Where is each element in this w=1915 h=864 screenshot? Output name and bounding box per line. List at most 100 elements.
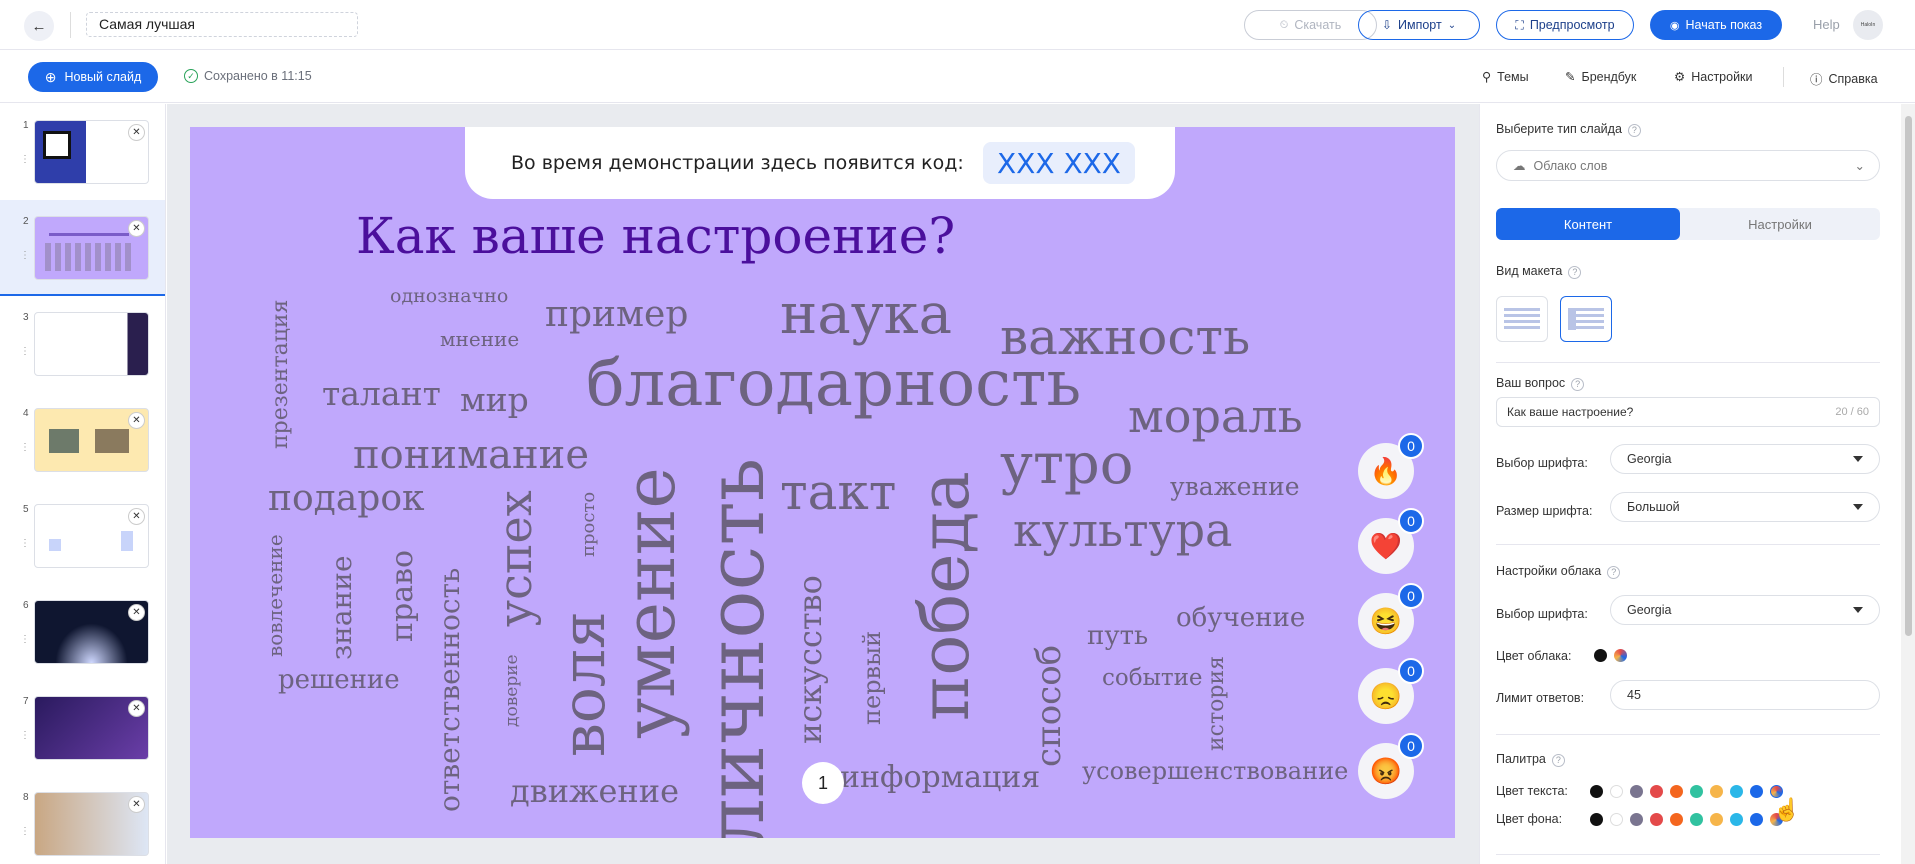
plus-icon: ⊕	[44, 68, 57, 85]
color-swatch-black[interactable]	[1594, 649, 1607, 662]
preview-button[interactable]: ⛶ Предпросмотр	[1496, 10, 1634, 40]
cloud-word: понимание	[353, 432, 590, 478]
help-icon[interactable]: ?	[1568, 266, 1582, 279]
thumbnail-slide-7[interactable]: 7 ⋮ ✕	[0, 680, 165, 776]
download-label: Скачать	[1294, 18, 1342, 32]
close-icon[interactable]: ✕	[128, 220, 145, 237]
help-icon[interactable]: ?	[1627, 124, 1641, 137]
color-swatch[interactable]	[1630, 813, 1643, 826]
slide-question[interactable]: Как ваше настроение?	[356, 207, 955, 265]
drag-handle-icon[interactable]: ⋮	[20, 346, 30, 357]
font-select[interactable]: Georgia	[1610, 444, 1880, 474]
close-icon[interactable]: ✕	[128, 604, 145, 621]
cloud-word: доверие	[502, 654, 522, 727]
cloud-word: просто	[578, 491, 599, 557]
slide-canvas[interactable]: Во время демонстрации здесь появится код…	[190, 127, 1455, 838]
settings-label: Настройки	[1691, 69, 1753, 84]
color-swatch[interactable]	[1590, 813, 1603, 826]
close-icon[interactable]: ✕	[128, 796, 145, 813]
color-swatch[interactable]	[1590, 785, 1603, 798]
limit-input[interactable]: 45	[1610, 680, 1880, 710]
thumbnail-number: 3	[23, 312, 29, 323]
close-icon[interactable]: ✕	[128, 412, 145, 429]
color-swatch[interactable]	[1750, 785, 1763, 798]
color-swatch[interactable]	[1710, 813, 1723, 826]
avatar[interactable]: HaloIn	[1853, 10, 1883, 40]
help-icon[interactable]: ?	[1607, 566, 1621, 579]
color-swatch[interactable]	[1670, 813, 1683, 826]
cloud-word: благодарность	[586, 347, 1082, 421]
color-swatch[interactable]	[1690, 813, 1703, 826]
thumbnail-slide-5[interactable]: 5 ⋮ ✕	[0, 488, 165, 584]
size-select[interactable]: Большой	[1610, 492, 1880, 522]
color-swatch[interactable]	[1730, 785, 1743, 798]
help-link[interactable]: Help	[1813, 17, 1840, 32]
layout-option-list[interactable]	[1496, 296, 1548, 342]
reaction-sad[interactable]: 😞 0	[1358, 658, 1424, 724]
drag-handle-icon[interactable]: ⋮	[20, 826, 30, 837]
color-swatch[interactable]	[1670, 785, 1683, 798]
divider	[70, 12, 71, 38]
color-swatch[interactable]	[1750, 813, 1763, 826]
color-swatch[interactable]	[1650, 785, 1663, 798]
close-icon[interactable]: ✕	[128, 700, 145, 717]
settings-link[interactable]: ⚙ Настройки	[1674, 69, 1753, 85]
top-bar: ← Самая лучшая ⏲ Скачать ⇩ Импорт ⌄ ⛶ Пр…	[0, 0, 1915, 50]
thumbnail-slide-4[interactable]: 4 ⋮ ✕	[0, 392, 165, 488]
save-status-text: Сохранено в 11:15	[204, 69, 312, 83]
close-icon[interactable]: ✕	[128, 508, 145, 525]
cloud-word: вовлечение	[263, 534, 287, 657]
new-slide-label: Новый слайд	[64, 70, 142, 84]
caret-down-icon	[1853, 607, 1863, 613]
scrollbar-thumb[interactable]	[1905, 116, 1912, 636]
color-picker-icon[interactable]	[1614, 649, 1627, 662]
reaction-laugh[interactable]: 😆 0	[1358, 583, 1424, 649]
help-icon[interactable]: ?	[1571, 378, 1585, 391]
color-swatch[interactable]	[1610, 785, 1623, 798]
tab-settings[interactable]: Настройки	[1680, 208, 1880, 240]
drag-handle-icon[interactable]: ⋮	[20, 730, 30, 741]
drag-handle-icon[interactable]: ⋮	[20, 250, 30, 261]
list-layout-icon	[1504, 308, 1540, 330]
color-swatch[interactable]	[1650, 813, 1663, 826]
drag-handle-icon[interactable]: ⋮	[20, 538, 30, 549]
tab-content[interactable]: Контент	[1496, 208, 1680, 240]
layout-option-cloud[interactable]	[1560, 296, 1612, 342]
question-input[interactable]: Как ваше настроение? 20 / 60	[1496, 397, 1880, 427]
cloud-word: первый	[858, 630, 886, 725]
reaction-heart[interactable]: ❤️ 0	[1358, 508, 1424, 574]
color-swatch[interactable]	[1630, 785, 1643, 798]
thumbnail-slide-8[interactable]: 8 ⋮ ✕	[0, 776, 165, 864]
help-center-link[interactable]: ⓘ Справка	[1810, 69, 1878, 88]
thumbnail-slide-2[interactable]: 2 ⋮ ✕	[0, 200, 165, 296]
reaction-fire[interactable]: 🔥 0	[1358, 433, 1424, 499]
text-color-palette	[1590, 785, 1783, 798]
thumbnail-slide-1[interactable]: 1 ⋮ ✕	[0, 104, 165, 200]
color-swatch[interactable]	[1710, 785, 1723, 798]
back-button[interactable]: ←	[24, 11, 54, 41]
brandbook-link[interactable]: ✎ Брендбук	[1565, 69, 1636, 85]
close-icon[interactable]: ✕	[128, 124, 145, 141]
import-button[interactable]: ⇩ Импорт ⌄	[1358, 10, 1480, 40]
cloud-font-select[interactable]: Georgia	[1610, 595, 1880, 625]
drag-handle-icon[interactable]: ⋮	[20, 442, 30, 453]
import-label: Импорт	[1397, 18, 1442, 32]
new-slide-button[interactable]: ⊕ Новый слайд	[28, 62, 158, 92]
color-swatch[interactable]	[1610, 813, 1623, 826]
upload-icon: ⇩	[1381, 18, 1392, 32]
thumbnail-slide-3[interactable]: 3 ⋮	[0, 296, 165, 392]
help-icon[interactable]: ?	[1551, 754, 1565, 767]
drag-handle-icon[interactable]: ⋮	[20, 154, 30, 165]
start-show-button[interactable]: ◉ Начать показ	[1650, 10, 1782, 40]
scrollbar[interactable]	[1901, 104, 1915, 864]
cloud-word: презентация	[268, 299, 293, 449]
reaction-angry[interactable]: 😡 0	[1358, 733, 1424, 799]
color-swatch[interactable]	[1690, 785, 1703, 798]
thumbnail-slide-6[interactable]: 6 ⋮ ✕	[0, 584, 165, 680]
cloud-word: способ	[1029, 644, 1069, 767]
drag-handle-icon[interactable]: ⋮	[20, 634, 30, 645]
slide-type-select[interactable]: ☁ Облако слов ⌄	[1496, 150, 1880, 181]
color-swatch[interactable]	[1730, 813, 1743, 826]
themes-link[interactable]: ⚲ Темы	[1482, 69, 1529, 85]
presentation-title-input[interactable]: Самая лучшая	[86, 12, 358, 37]
